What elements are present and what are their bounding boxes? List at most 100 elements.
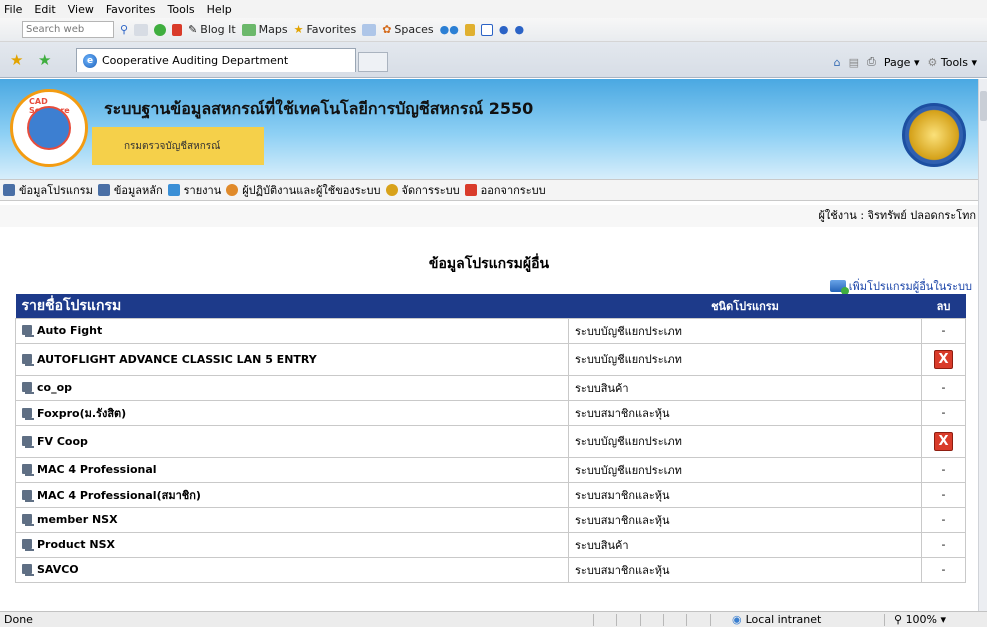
home-icon[interactable]: ⌂ xyxy=(834,56,841,69)
nav-label: รายงาน xyxy=(183,184,222,197)
vertical-scrollbar[interactable] xyxy=(978,79,987,611)
highlight-icon[interactable] xyxy=(134,23,149,36)
column-delete: ลบ xyxy=(921,294,966,318)
tab-cooperative-auditing[interactable]: e Cooperative Auditing Department xyxy=(76,48,356,72)
tools-menu[interactable]: ⚙ Tools ▾ xyxy=(927,56,977,69)
blog-it-button[interactable]: ✎ Blog It xyxy=(188,23,236,36)
nav-label: ข้อมูลหลัก xyxy=(113,184,163,197)
menu-file[interactable]: File xyxy=(4,3,22,16)
zoom-level[interactable]: ⚲ 100% ▾ xyxy=(894,613,946,626)
maps-button[interactable]: Maps xyxy=(241,23,288,36)
menu-view[interactable]: View xyxy=(68,3,94,16)
page-content: CAD Software Center ระบบฐานข้อมูลสหกรณ์ท… xyxy=(0,79,978,611)
table-row: SAVCO ระบบสมาชิกและหุ้น - xyxy=(15,556,966,583)
nav-reports[interactable]: รายงาน xyxy=(167,181,222,199)
delete-cell: X xyxy=(921,424,966,458)
search-icon[interactable]: ⚲ xyxy=(120,23,128,36)
menu-favorites[interactable]: Favorites xyxy=(106,3,156,16)
table-row: FV Coop ระบบบัญชีแยกประเภท X xyxy=(15,424,966,458)
program-name-cell[interactable]: Product NSX xyxy=(15,531,569,558)
gear-icon: ⚙ xyxy=(927,55,938,69)
program-type-cell: ระบบสมาชิกและหุ้น xyxy=(568,506,922,533)
program-name-cell[interactable]: SAVCO xyxy=(15,556,569,583)
new-tab-button[interactable] xyxy=(358,52,388,72)
feeds-icon[interactable]: ▤ xyxy=(849,56,859,69)
table-row: Foxpro(ม.รังสิต) ระบบสมาชิกและหุ้น - xyxy=(15,399,966,426)
delete-button[interactable]: X xyxy=(934,431,953,451)
program-name-cell[interactable]: AUTOFLIGHT ADVANCE CLASSIC LAN 5 ENTRY xyxy=(15,342,569,376)
column-program-name: รายชื่อโปรแกรม xyxy=(15,294,569,318)
add-favorites-icon[interactable]: ★ xyxy=(38,51,51,69)
delete-unavailable: - xyxy=(921,506,966,533)
spaces-label: Spaces xyxy=(394,23,434,36)
user-icon xyxy=(226,184,239,196)
table-row: MAC 4 Professional(สมาชิก) ระบบสมาชิกและห… xyxy=(15,481,966,508)
computer-icon xyxy=(3,184,15,196)
computer-icon xyxy=(22,353,34,366)
column-program-type: ชนิดโปรแกรม xyxy=(568,294,922,318)
program-name-cell[interactable]: FV Coop xyxy=(15,424,569,458)
scrollbar-thumb[interactable] xyxy=(980,91,987,121)
menu-bar: File Edit View Favorites Tools Help xyxy=(0,0,987,18)
delete-unavailable: - xyxy=(921,481,966,508)
nav-master-data[interactable]: ข้อมูลหลัก xyxy=(97,181,163,199)
table-row: Product NSX ระบบสินค้า - xyxy=(15,531,966,558)
table-row: MAC 4 Professional ระบบบัญชีแยกประเภท - xyxy=(15,456,966,483)
pen-icon[interactable] xyxy=(464,23,475,36)
program-type-cell: ระบบบัญชีแยกประเภท xyxy=(568,342,922,376)
menu-edit[interactable]: Edit xyxy=(34,3,55,16)
computer-icon xyxy=(22,435,34,448)
add-program-link[interactable]: เพิ่มโปรแกรมผู้อื่นในระบบ xyxy=(829,277,972,295)
add-program-icon xyxy=(829,280,849,295)
security-zone[interactable]: ◉ Local intranet xyxy=(732,613,821,626)
program-name: MAC 4 Professional(สมาชิก) xyxy=(37,488,201,502)
window-icon[interactable] xyxy=(480,23,493,36)
messenger-icon[interactable]: ●● xyxy=(440,23,459,36)
nav-users[interactable]: ผู้ปฏิบัติงานและผู้ใช้ของระบบ xyxy=(226,181,381,199)
nav-system-admin[interactable]: จัดการระบบ xyxy=(385,181,460,199)
computer-icon xyxy=(22,514,34,526)
program-name-cell[interactable]: member NSX xyxy=(15,506,569,533)
help-icon[interactable]: ● xyxy=(514,23,524,36)
report-icon xyxy=(167,184,180,196)
program-name-cell[interactable]: MAC 4 Professional(สมาชิก) xyxy=(15,481,569,508)
banner-title: ระบบฐานข้อมูลสหกรณ์ที่ใช้เทคโนโลยีการบัญ… xyxy=(104,99,534,118)
program-name-cell[interactable]: co_op xyxy=(15,374,569,401)
table-row: member NSX ระบบสมาชิกและหุ้น - xyxy=(15,506,966,533)
nav-label: ออกจากระบบ xyxy=(480,184,546,197)
add-icon[interactable] xyxy=(154,23,167,36)
menu-tools[interactable]: Tools xyxy=(168,3,195,16)
mail-icon[interactable] xyxy=(362,23,377,36)
computer-icon xyxy=(22,539,34,551)
program-name-cell[interactable]: Auto Fight xyxy=(15,317,569,344)
table-row: Auto Fight ระบบบัญชีแยกประเภท - xyxy=(15,317,966,344)
computer-icon xyxy=(22,382,34,394)
shield-icon[interactable]: ● xyxy=(499,23,509,36)
key-user-icon xyxy=(385,184,398,196)
menu-help[interactable]: Help xyxy=(207,3,232,16)
computer-icon xyxy=(22,325,34,337)
computer-icon xyxy=(22,489,34,502)
program-name: SAVCO xyxy=(37,563,79,576)
program-name-cell[interactable]: MAC 4 Professional xyxy=(15,456,569,483)
program-name: Foxpro(ม.รังสิต) xyxy=(37,406,127,420)
banner-subtitle: กรมตรวจบัญชีสหกรณ์ xyxy=(124,141,221,152)
print-icon[interactable]: ⎙ xyxy=(867,55,876,69)
heart-icon[interactable] xyxy=(172,23,183,36)
close-icon xyxy=(464,184,477,196)
favorites-star-icon[interactable]: ★ xyxy=(10,51,23,69)
delete-button[interactable]: X xyxy=(934,349,953,369)
program-name: member NSX xyxy=(37,513,118,526)
spaces-button[interactable]: ✿ Spaces xyxy=(382,23,433,36)
table-header-row: รายชื่อโปรแกรม ชนิดโปรแกรม ลบ xyxy=(15,294,966,318)
program-name: Product NSX xyxy=(37,538,115,551)
status-text: Done xyxy=(4,613,33,626)
search-input[interactable]: Search web xyxy=(22,21,114,38)
page-menu[interactable]: Page ▾ xyxy=(884,56,920,69)
nav-program-info[interactable]: ข้อมูลโปรแกรม xyxy=(3,181,93,199)
program-name-cell[interactable]: Foxpro(ม.รังสิต) xyxy=(15,399,569,426)
favorites-button[interactable]: ★ Favorites xyxy=(294,23,357,36)
maps-icon xyxy=(241,23,256,36)
current-user: ผู้ใช้งาน : จิรทรัพย์ ปลอดกระโทก xyxy=(0,205,978,227)
nav-logout[interactable]: ออกจากระบบ xyxy=(464,181,546,199)
